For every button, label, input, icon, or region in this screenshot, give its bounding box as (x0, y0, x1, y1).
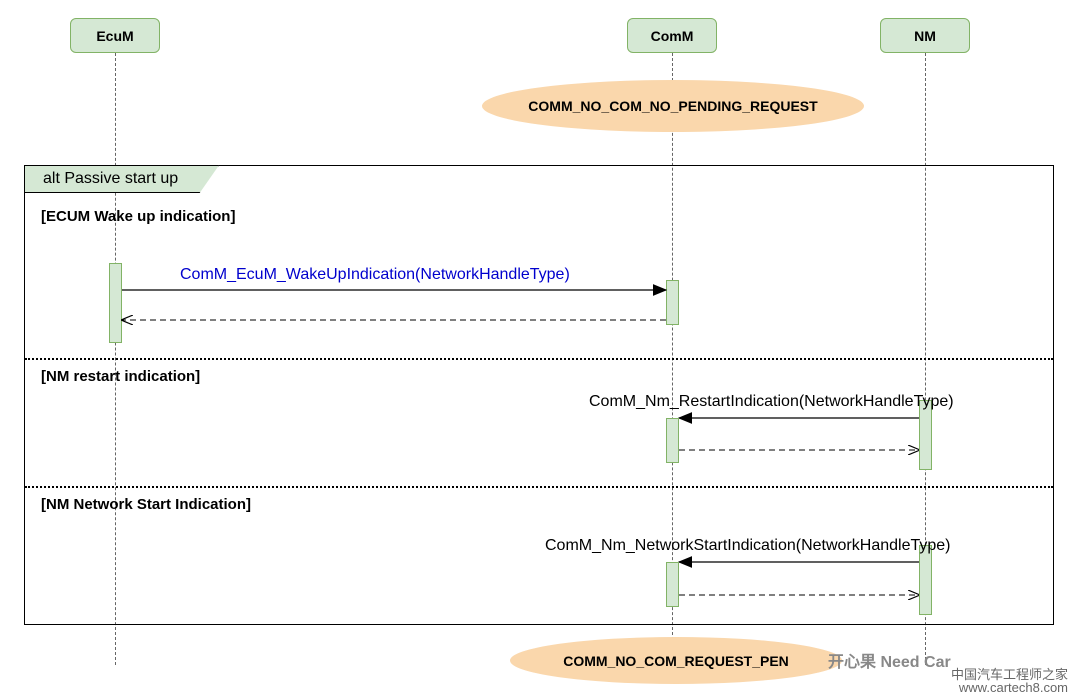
msg-restart: ComM_Nm_RestartIndication(NetworkHandleT… (589, 393, 954, 411)
state-top: COMM_NO_COM_NO_PENDING_REQUEST (482, 80, 864, 132)
activation-comm-1 (666, 280, 679, 325)
state-bottom-label: COMM_NO_COM_REQUEST_PEN (563, 653, 789, 669)
alt-frame-label: alt Passive start up (24, 165, 219, 193)
activation-ecum-1 (109, 263, 122, 343)
lifeline-comm: ComM (627, 18, 717, 53)
lifeline-nm: NM (880, 18, 970, 53)
divider-1 (25, 358, 1053, 360)
watermark-url: www.cartech8.com (959, 680, 1068, 695)
guard-nm-network-start: [NM Network Start Indication] (41, 496, 251, 513)
lifeline-ecum: EcuM (70, 18, 160, 53)
activation-comm-2 (666, 418, 679, 463)
activation-comm-3 (666, 562, 679, 607)
divider-2 (25, 486, 1053, 488)
guard-ecum-wakeup: [ECUM Wake up indication] (41, 208, 235, 225)
state-bottom: COMM_NO_COM_REQUEST_PEN (510, 637, 842, 684)
msg-wakeup: ComM_EcuM_WakeUpIndication(NetworkHandle… (180, 266, 570, 284)
activation-nm-3 (919, 545, 932, 615)
msg-networkstart: ComM_Nm_NetworkStartIndication(NetworkHa… (545, 537, 950, 555)
state-top-label: COMM_NO_COM_NO_PENDING_REQUEST (528, 98, 817, 114)
guard-nm-restart: [NM restart indication] (41, 368, 200, 385)
watermark-brand: 开心果 Need Car (828, 648, 951, 672)
